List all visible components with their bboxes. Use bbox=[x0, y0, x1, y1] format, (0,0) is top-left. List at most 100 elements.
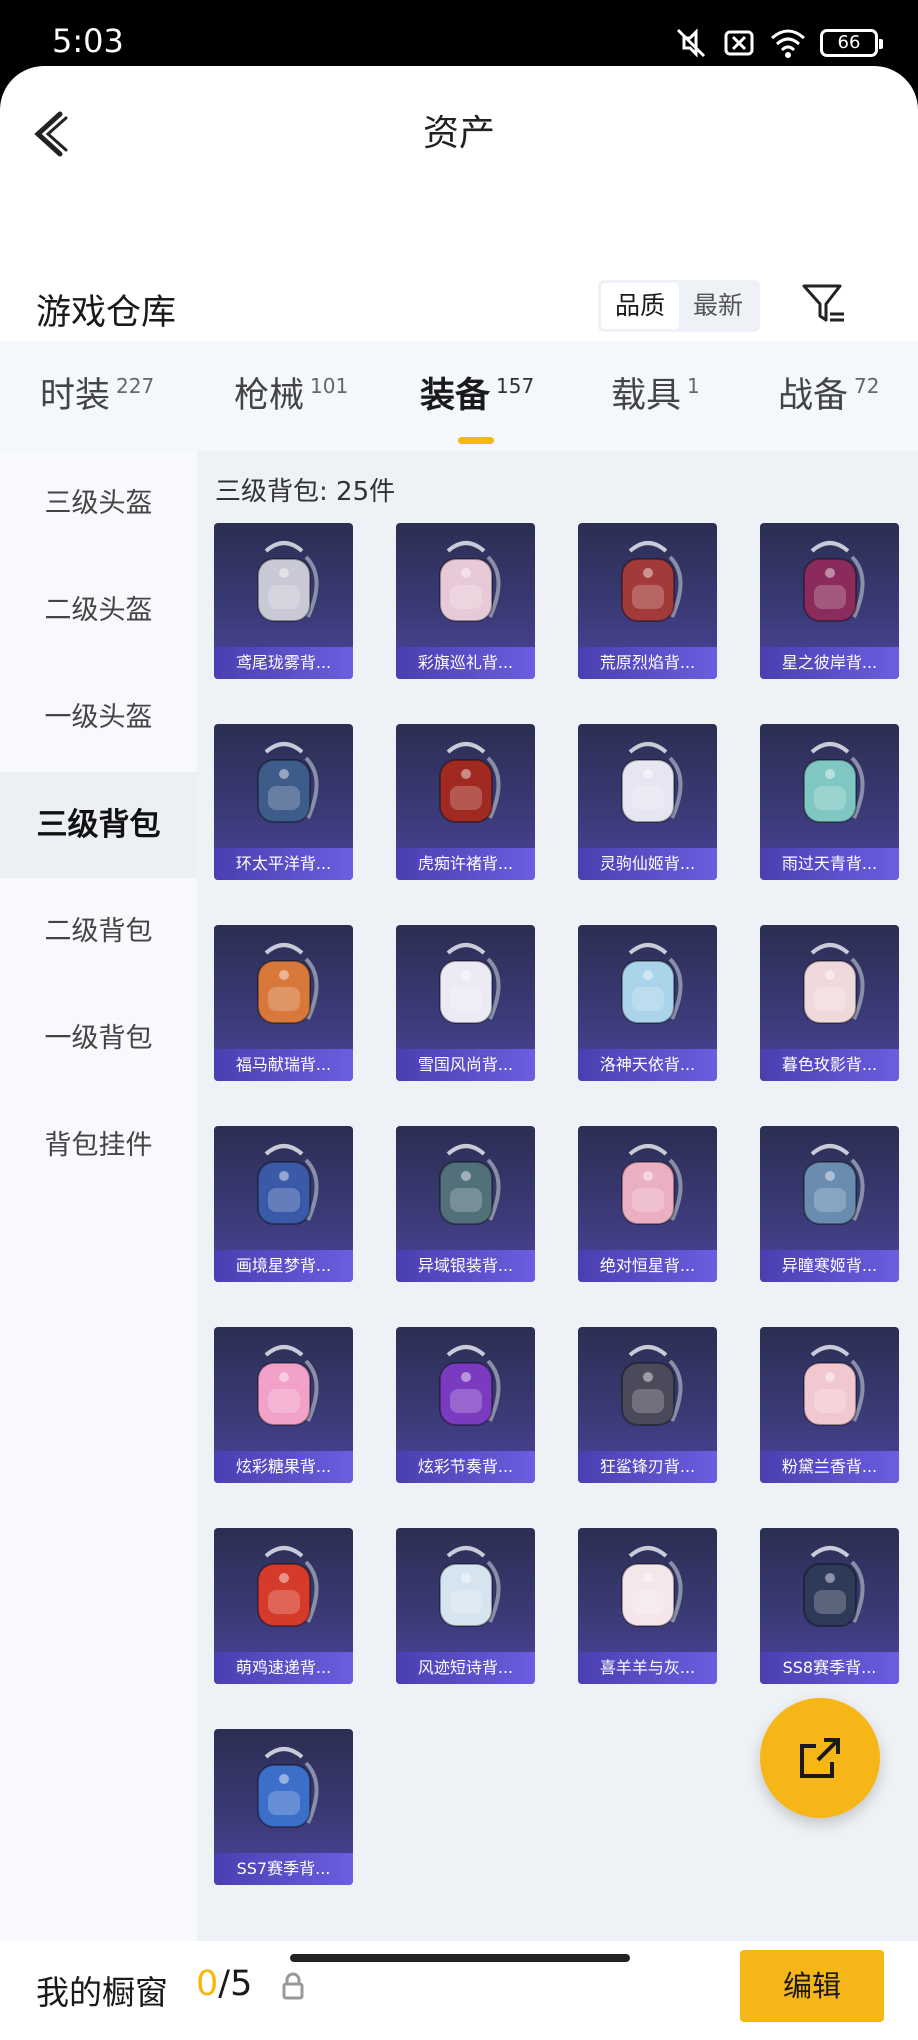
item-card[interactable]: SS8赛季背... bbox=[760, 1528, 899, 1684]
sort-toggle: 品质 最新 bbox=[598, 280, 760, 332]
item-card[interactable]: 炫彩节奏背... bbox=[396, 1327, 535, 1483]
active-tab-indicator bbox=[458, 437, 494, 444]
item-name: 粉黛兰香背... bbox=[760, 1451, 899, 1483]
item-name: 灵驹仙姬背... bbox=[578, 848, 717, 880]
item-name: 星之彼岸背... bbox=[760, 647, 899, 679]
item-name: 虎痴许褚背... bbox=[396, 848, 535, 880]
item-card[interactable]: 异域银装背... bbox=[396, 1126, 535, 1282]
item-card[interactable]: 荒原烈焰背... bbox=[578, 523, 717, 679]
backpack-icon bbox=[214, 724, 353, 848]
tab-supplies[interactable]: 战备 72 bbox=[778, 367, 879, 418]
showcase-count: 0/5 bbox=[196, 1964, 252, 2004]
tab-label: 时装 bbox=[40, 376, 111, 416]
backpack-icon bbox=[396, 1528, 535, 1652]
item-name: 画境星梦背... bbox=[214, 1250, 353, 1282]
item-card[interactable]: 萌鸡速递背... bbox=[214, 1528, 353, 1684]
warehouse-title: 游戏仓库 bbox=[36, 293, 177, 333]
item-card[interactable]: 灵驹仙姬背... bbox=[578, 724, 717, 880]
showcase-used: 0 bbox=[196, 1964, 219, 2004]
mute-icon bbox=[676, 28, 706, 58]
item-card[interactable]: 星之彼岸背... bbox=[760, 523, 899, 679]
item-name: 荒原烈焰背... bbox=[578, 647, 717, 679]
sidebar-item-level1-helmet[interactable]: 一级头盔 bbox=[0, 665, 197, 771]
backpack-icon bbox=[396, 724, 535, 848]
item-card[interactable]: 福马献瑞背... bbox=[214, 925, 353, 1081]
battery-icon: 66 bbox=[820, 29, 883, 57]
backpack-icon bbox=[396, 523, 535, 647]
sort-newest[interactable]: 最新 bbox=[679, 283, 757, 329]
filter-button[interactable] bbox=[800, 280, 848, 328]
backpack-icon bbox=[214, 1327, 353, 1451]
item-name: 绝对恒星背... bbox=[578, 1250, 717, 1282]
sidebar-item-backpack-charm[interactable]: 背包挂件 bbox=[0, 1093, 197, 1199]
item-card[interactable]: 鸢尾珑雾背... bbox=[214, 523, 353, 679]
item-name: 喜羊羊与灰... bbox=[578, 1652, 717, 1684]
item-name: 福马献瑞背... bbox=[214, 1049, 353, 1081]
item-name: 雪国风尚背... bbox=[396, 1049, 535, 1081]
backpack-icon bbox=[760, 1126, 899, 1250]
item-card[interactable]: 喜羊羊与灰... bbox=[578, 1528, 717, 1684]
item-name: 环太平洋背... bbox=[214, 848, 353, 880]
item-card[interactable]: 环太平洋背... bbox=[214, 724, 353, 880]
item-card[interactable]: 雨过天青背... bbox=[760, 724, 899, 880]
item-card[interactable]: 粉黛兰香背... bbox=[760, 1327, 899, 1483]
item-card[interactable]: 雪国风尚背... bbox=[396, 925, 535, 1081]
item-card[interactable]: 风迹短诗背... bbox=[396, 1528, 535, 1684]
tab-count: 101 bbox=[310, 374, 349, 398]
showcase-total: /5 bbox=[218, 1964, 253, 2004]
item-name: 异域银装背... bbox=[396, 1250, 535, 1282]
tab-equipment[interactable]: 装备 157 bbox=[420, 367, 534, 418]
backpack-icon bbox=[760, 1528, 899, 1652]
tab-guns[interactable]: 枪械 101 bbox=[234, 367, 348, 418]
item-card[interactable]: SS7赛季背... bbox=[214, 1729, 353, 1885]
backpack-icon bbox=[214, 925, 353, 1049]
backpack-icon bbox=[760, 523, 899, 647]
tab-count: 157 bbox=[496, 374, 535, 398]
tab-count: 227 bbox=[116, 374, 155, 398]
sidebar-item-level3-helmet[interactable]: 三级头盔 bbox=[0, 451, 197, 557]
item-card[interactable]: 暮色玫影背... bbox=[760, 925, 899, 1081]
tab-count: 1 bbox=[687, 374, 700, 398]
item-card[interactable]: 洛神天依背... bbox=[578, 925, 717, 1081]
backpack-icon bbox=[760, 1327, 899, 1451]
item-card[interactable]: 彩旗巡礼背... bbox=[396, 523, 535, 679]
item-card[interactable]: 异瞳寒姬背... bbox=[760, 1126, 899, 1282]
backpack-icon bbox=[578, 1528, 717, 1652]
item-card[interactable]: 炫彩糖果背... bbox=[214, 1327, 353, 1483]
sidebar-item-level1-backpack[interactable]: 一级背包 bbox=[0, 986, 197, 1092]
home-indicator[interactable] bbox=[290, 1954, 630, 1962]
backpack-icon bbox=[578, 1327, 717, 1451]
item-name: 彩旗巡礼背... bbox=[396, 647, 535, 679]
backpack-icon bbox=[760, 925, 899, 1049]
item-card[interactable]: 画境星梦背... bbox=[214, 1126, 353, 1282]
assets-sheet: 资产 游戏仓库 品质 最新 时装 227 枪械 101 装备 157 载具 1 战备 72… bbox=[0, 66, 918, 2040]
edit-button[interactable]: 编辑 bbox=[740, 1950, 884, 2022]
wifi-icon bbox=[771, 29, 805, 58]
tab-vehicles[interactable]: 载具 1 bbox=[611, 367, 700, 418]
share-button[interactable] bbox=[760, 1698, 880, 1818]
sidebar-item-level2-helmet[interactable]: 二级头盔 bbox=[0, 558, 197, 664]
item-card[interactable]: 绝对恒星背... bbox=[578, 1126, 717, 1282]
item-name: 风迹短诗背... bbox=[396, 1652, 535, 1684]
item-name: 鸢尾珑雾背... bbox=[214, 647, 353, 679]
filter-icon bbox=[802, 284, 844, 322]
tab-fashion[interactable]: 时装 227 bbox=[40, 367, 154, 418]
item-card[interactable]: 虎痴许褚背... bbox=[396, 724, 535, 880]
tab-label: 战备 bbox=[778, 376, 849, 416]
backpack-icon bbox=[578, 724, 717, 848]
backpack-icon bbox=[760, 724, 899, 848]
subcategory-sidebar: 三级头盔 二级头盔 一级头盔 三级背包 二级背包 一级背包 背包挂件 bbox=[0, 451, 197, 1941]
item-card[interactable]: 狂鲨锋刃背... bbox=[578, 1327, 717, 1483]
status-icons: 66 bbox=[674, 26, 883, 60]
sidebar-item-level2-backpack[interactable]: 二级背包 bbox=[0, 879, 197, 985]
lock-icon bbox=[282, 1972, 304, 2000]
sidebar-item-level3-backpack[interactable]: 三级背包 bbox=[0, 772, 197, 878]
sort-quality[interactable]: 品质 bbox=[601, 283, 679, 329]
item-name: 洛神天依背... bbox=[578, 1049, 717, 1081]
item-name: 异瞳寒姬背... bbox=[760, 1250, 899, 1282]
warehouse-header: 游戏仓库 品质 最新 bbox=[0, 266, 918, 346]
item-name: 炫彩糖果背... bbox=[214, 1451, 353, 1483]
item-name: SS8赛季背... bbox=[760, 1652, 899, 1684]
share-icon bbox=[800, 1738, 840, 1778]
item-name: 炫彩节奏背... bbox=[396, 1451, 535, 1483]
